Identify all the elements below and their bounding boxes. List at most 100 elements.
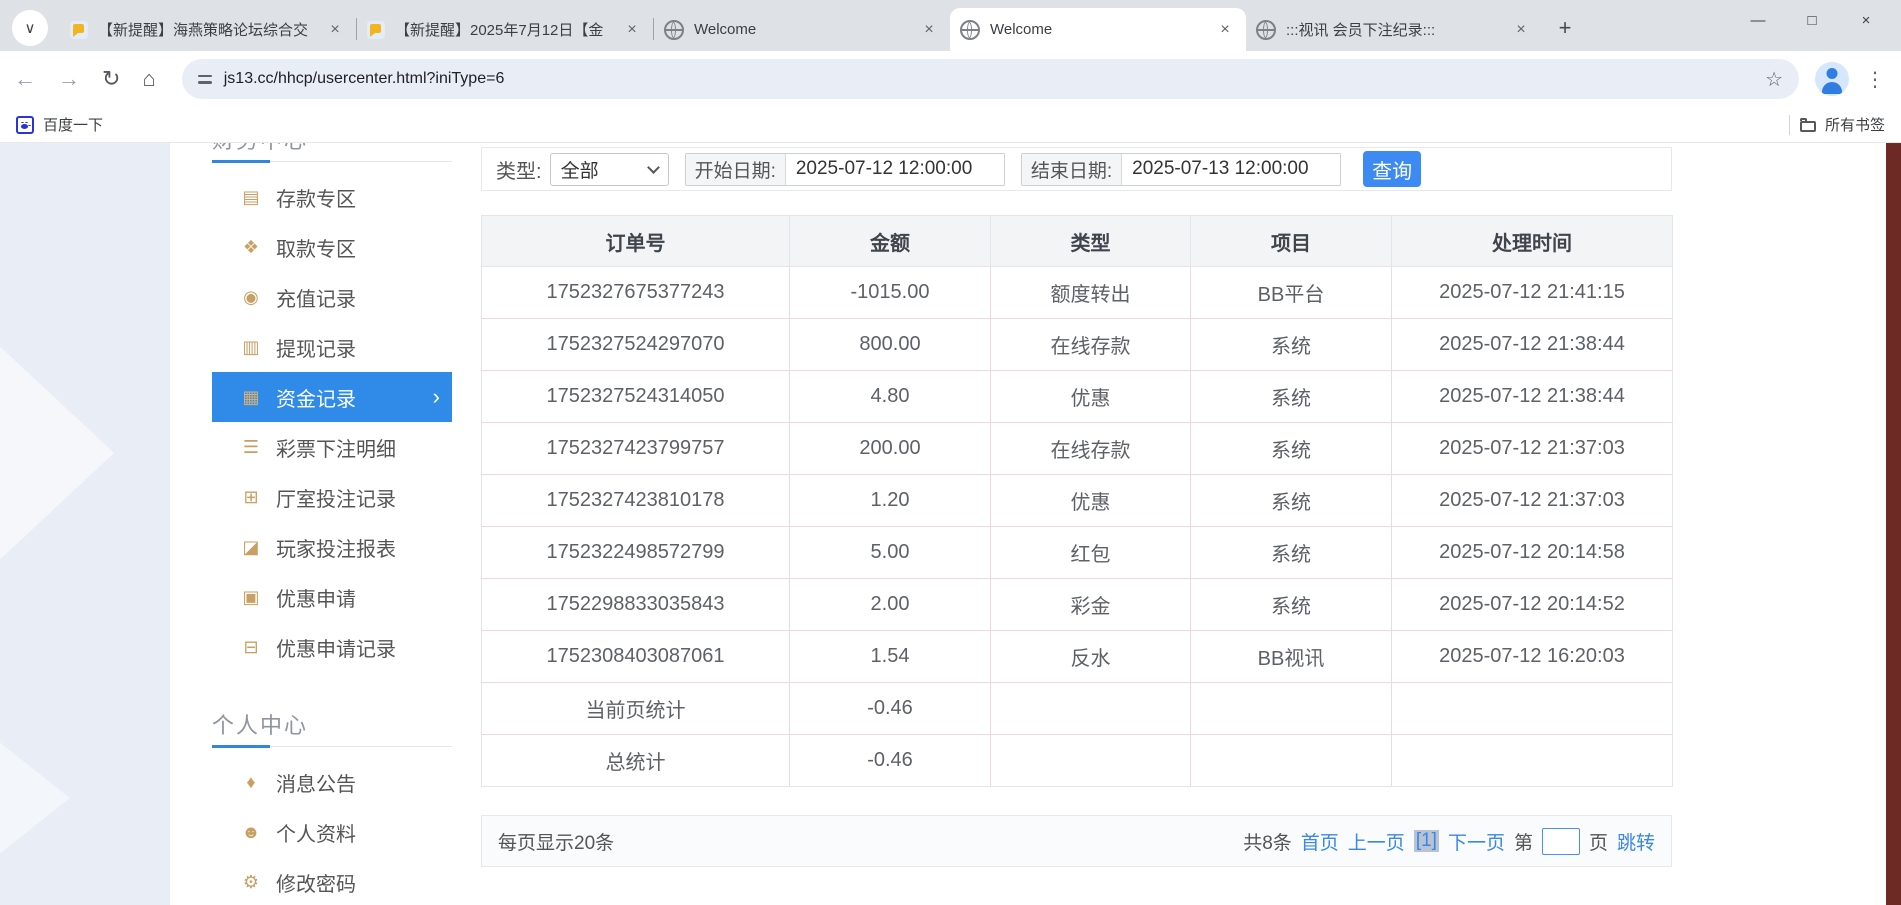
jump-action-link[interactable]: 跳转 (1617, 828, 1655, 855)
type-select-value: 全部 (561, 156, 599, 183)
sidebar-item-label: 优惠申请 (276, 583, 356, 612)
sidebar-item-label: 存款专区 (276, 183, 356, 212)
sidebar-item[interactable]: ⚙ 修改密码 › (212, 857, 452, 905)
sidebar-item-label: 资金记录 (276, 383, 356, 412)
reload-icon[interactable]: ↻ (102, 68, 120, 90)
all-bookmarks-button[interactable]: 所有书签 (1800, 114, 1885, 135)
table-row: 1752327423799757200.00在线存款系统2025-07-12 2… (482, 423, 1673, 475)
window-controls: — □ × (1731, 0, 1893, 40)
table-cell: 红包 (991, 527, 1191, 579)
new-tab-button[interactable]: + (1550, 13, 1580, 43)
sidebar-item[interactable]: ⊟ 优惠申请记录 › (212, 622, 452, 672)
tab-title: 【新提醒】海燕策略论坛综合交 (98, 19, 318, 40)
table-cell: 2025-07-12 21:37:03 (1392, 475, 1673, 527)
table-cell: 1752298833035843 (482, 579, 790, 631)
table-cell: 在线存款 (991, 319, 1191, 371)
minimize-button[interactable]: — (1731, 0, 1785, 40)
sidebar-item[interactable]: ☰ 彩票下注明细 › (212, 422, 452, 472)
sidebar-item[interactable]: ☻ 个人资料 › (212, 807, 452, 857)
sidebar-item[interactable]: ▥ 提现记录 › (212, 322, 452, 372)
tab-close-icon[interactable]: × (621, 19, 643, 41)
close-icon: × (1862, 12, 1871, 29)
funds-record-cash-icon: ▦ (238, 387, 264, 408)
start-date-label: 开始日期: (686, 154, 786, 185)
tab-close-icon[interactable]: × (324, 19, 346, 41)
address-bar[interactable]: js13.cc/hhcp/usercenter.html?iniType=6 ☆ (182, 59, 1799, 99)
sidebar-section-title: 个人中心 (212, 708, 308, 740)
tab-close-icon[interactable]: × (918, 19, 940, 41)
table-cell: 1752308403087061 (482, 631, 790, 683)
url-text[interactable]: js13.cc/hhcp/usercenter.html?iniType=6 (224, 70, 1755, 88)
sidebar-item[interactable]: ♦ 消息公告 › (212, 757, 452, 807)
withdraw-hand-icon: ❖ (238, 237, 264, 258)
table-cell: 1.20 (790, 475, 991, 527)
chat-bubble-favicon (70, 21, 88, 39)
profile-avatar[interactable] (1815, 62, 1849, 96)
right-dark-strip (1886, 143, 1901, 905)
end-date-input[interactable] (1122, 154, 1340, 185)
browser-tab[interactable]: :::视讯 会员下注纪录::: × (1246, 8, 1542, 51)
plus-icon: + (1559, 15, 1572, 41)
site-info-icon[interactable] (198, 75, 212, 84)
table-cell: 优惠 (991, 371, 1191, 423)
jump-suffix-label: 页 (1589, 828, 1608, 855)
sidebar-item[interactable]: ▦ 资金记录 › (212, 372, 452, 422)
table-cell: 2025-07-12 21:38:44 (1392, 319, 1673, 371)
table-cell (991, 735, 1191, 787)
filter-bar: 类型: 全部 开始日期: 结束日期: 查询 (481, 147, 1672, 191)
jump-page-input[interactable] (1542, 828, 1580, 855)
table-cell: 1752327524297070 (482, 319, 790, 371)
maximize-button[interactable]: □ (1785, 0, 1839, 40)
tab-close-icon[interactable]: × (1510, 19, 1532, 41)
table-cell: 总统计 (482, 735, 790, 787)
sidebar: 财务中心 ▤ 存款专区 › ❖ 取款专区 › ◉ 充值记录 › ▥ 提现记录 ›… (212, 143, 452, 905)
table-cell: 彩金 (991, 579, 1191, 631)
profile-person-icon: ☻ (238, 822, 264, 843)
back-icon[interactable]: ← (14, 68, 36, 90)
tab-strip-tabs: 【新提醒】海燕策略论坛综合交 × 【新提醒】2025年7月12日【金 × Wel… (60, 8, 1542, 51)
records-table-head: 订单号金额类型项目处理时间 (482, 216, 1673, 267)
sidebar-item-label: 修改密码 (276, 868, 356, 897)
globe-favicon (1256, 20, 1276, 40)
table-cell: 系统 (1191, 319, 1392, 371)
browser-tab[interactable]: Welcome × (654, 8, 950, 51)
home-icon[interactable]: ⌂ (142, 68, 155, 90)
sidebar-item[interactable]: ⊞ 厅室投注记录 › (212, 472, 452, 522)
maximize-icon: □ (1807, 12, 1816, 29)
chat-bubble-favicon (367, 21, 385, 39)
tab-search-button[interactable]: ∨ (12, 10, 48, 46)
browser-tab[interactable]: Welcome × (950, 8, 1246, 51)
table-cell: 系统 (1191, 423, 1392, 475)
folder-icon (1800, 121, 1816, 132)
sidebar-item[interactable]: ▤ 存款专区 › (212, 172, 452, 222)
sidebar-item[interactable]: ◪ 玩家投注报表 › (212, 522, 452, 572)
table-cell: 当前页统计 (482, 683, 790, 735)
bookmark-star-icon[interactable]: ☆ (1765, 67, 1783, 92)
sidebar-items: ♦ 消息公告 › ☻ 个人资料 › ⚙ 修改密码 › (212, 757, 452, 905)
search-button[interactable]: 查询 (1363, 151, 1421, 187)
sidebar-item[interactable]: ◉ 充值记录 › (212, 272, 452, 322)
type-select[interactable]: 全部 (550, 153, 669, 186)
sidebar-item-label: 个人资料 (276, 818, 356, 847)
next-page-link[interactable]: 下一页 (1448, 828, 1505, 855)
tab-title: Welcome (990, 21, 1208, 38)
browser-tab[interactable]: 【新提醒】2025年7月12日【金 × (357, 8, 653, 51)
decor-triangle (0, 703, 70, 893)
close-window-button[interactable]: × (1839, 0, 1893, 40)
first-page-link[interactable]: 首页 (1301, 828, 1339, 855)
table-row: 1752327524297070800.00在线存款系统2025-07-12 2… (482, 319, 1673, 371)
forward-icon[interactable]: → (58, 68, 80, 90)
type-label: 类型: (496, 155, 542, 184)
recharge-moneybag-icon: ◉ (238, 287, 264, 308)
current-page-indicator: [1] (1414, 830, 1439, 852)
sidebar-item[interactable]: ▣ 优惠申请 › (212, 572, 452, 622)
bookmark-baidu[interactable]: 百度一下 (16, 114, 103, 135)
tab-close-icon[interactable]: × (1214, 19, 1236, 41)
prev-page-link[interactable]: 上一页 (1348, 828, 1405, 855)
table-cell: 5.00 (790, 527, 991, 579)
sidebar-item[interactable]: ❖ 取款专区 › (212, 222, 452, 272)
sidebar-item-label: 彩票下注明细 (276, 433, 396, 462)
browser-tab[interactable]: 【新提醒】海燕策略论坛综合交 × (60, 8, 356, 51)
start-date-input[interactable] (786, 154, 1004, 185)
menu-dots-icon[interactable]: ⋮ (1865, 67, 1885, 92)
